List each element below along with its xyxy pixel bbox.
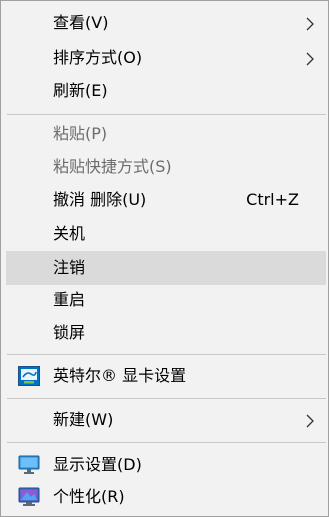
menu-item-intel-graphics-settings[interactable]: 英特尔® 显卡设置	[6, 359, 326, 393]
menu-item-label: 撤消 删除(U)	[53, 190, 147, 209]
menu-item-shortcut: Ctrl+Z	[246, 190, 299, 209]
menu-separator	[7, 354, 326, 355]
intel-graphics-icon	[18, 365, 40, 387]
menu-item-paste-shortcut: 粘贴快捷方式(S)	[6, 150, 326, 184]
menu-item-label: 查看(V)	[53, 13, 109, 32]
menu-item-new[interactable]: 新建(W)	[6, 403, 326, 437]
menu-separator	[7, 398, 326, 399]
menu-item-personalize[interactable]: 个性化(R)	[6, 480, 326, 514]
menu-item-label: 新建(W)	[53, 410, 114, 429]
personalize-icon	[18, 486, 40, 508]
menu-item-label: 英特尔® 显卡设置	[53, 366, 187, 385]
menu-item-label: 重启	[53, 290, 86, 309]
menu-item-label: 注销	[53, 258, 86, 277]
monitor-icon	[18, 454, 40, 476]
menu-item-shutdown[interactable]: 关机	[6, 217, 326, 251]
menu-item-sign-out[interactable]: 注销	[6, 251, 326, 285]
menu-item-view[interactable]: 查看(V)	[6, 6, 326, 40]
menu-item-undo-delete[interactable]: 撤消 删除(U) Ctrl+Z	[6, 183, 326, 217]
chevron-right-icon	[306, 17, 314, 31]
menu-separator	[7, 114, 326, 115]
menu-item-sort-by[interactable]: 排序方式(O)	[6, 41, 326, 75]
menu-item-label: 关机	[53, 224, 86, 243]
menu-item-restart[interactable]: 重启	[6, 283, 326, 317]
menu-item-label: 锁屏	[53, 323, 86, 342]
menu-item-label: 显示设置(D)	[53, 455, 142, 474]
chevron-right-icon	[306, 414, 314, 428]
menu-item-lock-screen[interactable]: 锁屏	[6, 316, 326, 350]
menu-item-label: 排序方式(O)	[53, 48, 143, 67]
menu-item-label: 个性化(R)	[53, 487, 125, 506]
menu-item-label: 粘贴快捷方式(S)	[53, 157, 172, 176]
menu-separator	[7, 442, 326, 443]
menu-item-refresh[interactable]: 刷新(E)	[6, 74, 326, 108]
menu-item-label: 粘贴(P)	[53, 124, 108, 143]
menu-item-display-settings[interactable]: 显示设置(D)	[6, 448, 326, 482]
menu-item-label: 刷新(E)	[53, 81, 108, 100]
menu-item-paste: 粘贴(P)	[6, 117, 326, 151]
desktop-context-menu: 查看(V) 排序方式(O) 刷新(E) 粘贴(P) 粘贴快捷方式(S) 撤消 删…	[0, 0, 329, 517]
chevron-right-icon	[306, 52, 314, 66]
